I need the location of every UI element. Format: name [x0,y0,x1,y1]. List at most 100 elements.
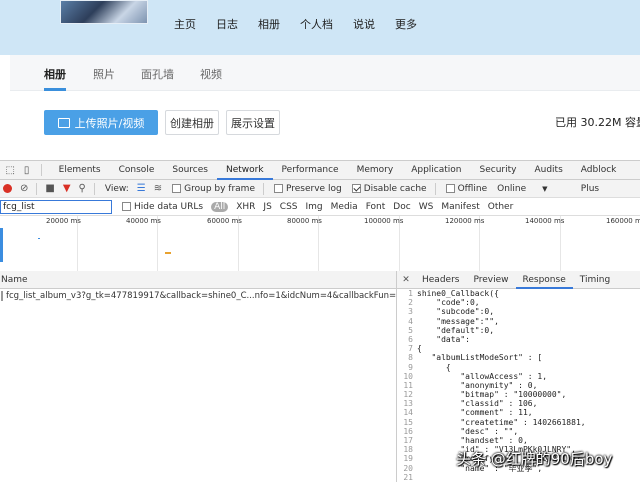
overview-icon[interactable]: ≋ [154,183,162,194]
tab-timing[interactable]: Timing [573,271,617,289]
filter-type-img[interactable]: Img [306,202,323,212]
nav-shuoshuo[interactable]: 说说 [353,16,375,32]
table-row[interactable]: fcg_list_album_v3?g_tk=477819917&callbac… [0,289,396,303]
throttle-value: Online [497,183,527,194]
device-toggle-icon[interactable]: ▯ [20,164,32,176]
tab-photos[interactable]: 照片 [93,66,115,82]
checkbox[interactable] [122,202,131,211]
tick-line [318,216,319,276]
group-by-frame-toggle[interactable]: Group by frame [172,184,255,194]
code-text: "desc" : "", [417,426,519,436]
upload-label: 上传照片/视频 [74,116,145,130]
tab-elements[interactable]: Elements [50,161,110,180]
preserve-log-label: Preserve log [286,183,342,194]
nav-profile[interactable]: 个人档 [300,16,333,32]
code-text: "subcode":0, [417,307,495,317]
filter-type-other[interactable]: Other [488,202,514,212]
code-line: 17 "handset" : 0, [397,436,640,445]
request-name: fcg_list_album_v3?g_tk=477819917&callbac… [6,291,396,301]
active-tab-indicator [44,88,66,91]
code-text: "message":"", [417,316,499,326]
filter-type-all[interactable]: All [211,201,229,212]
code-text: "comment" : 11, [417,408,533,418]
tab-headers[interactable]: Headers [415,271,466,289]
inspect-icon[interactable]: ⬚ [4,164,16,176]
filter-type-ws[interactable]: WS [419,202,434,212]
search-icon[interactable]: ⚲ [79,183,86,194]
tick-line [77,216,78,276]
code-line: 16 "desc" : "", [397,427,640,436]
large-rows-icon[interactable]: ☰ [137,183,146,194]
divider [263,182,264,195]
checkbox[interactable] [274,184,283,193]
tab-network[interactable]: Network [216,161,273,180]
column-name[interactable]: Name [0,271,396,289]
tab-security[interactable]: Security [471,161,526,180]
tick-line [560,216,561,276]
tab-performance[interactable]: Performance [273,161,348,180]
nav-home[interactable]: 主页 [174,16,196,32]
code-line: 7{ [397,344,640,353]
filter-type-font[interactable]: Font [366,202,386,212]
tab-application[interactable]: Application [402,161,470,180]
line-number: 21 [403,472,413,482]
tab-console[interactable]: Console [110,161,164,180]
line-number: 12 [403,390,413,400]
tick-label: 40000 ms [126,217,161,225]
preserve-log-toggle[interactable]: Preserve log [274,184,342,194]
camera-icon[interactable]: ■ [45,183,54,194]
tab-audits[interactable]: Audits [525,161,571,180]
line-number: 8 [408,353,413,363]
storage-usage: 已用 30.22M 容量, [555,116,640,129]
filter-type-media[interactable]: Media [331,202,358,212]
checkbox[interactable] [445,184,455,193]
disable-cache-toggle[interactable]: Disable cache [351,184,427,194]
close-icon[interactable]: ✕ [397,275,415,285]
avatar[interactable] [60,0,148,24]
offline-toggle[interactable]: Offline [445,183,488,194]
tab-response[interactable]: Response [515,271,573,289]
tab-preview[interactable]: Preview [466,271,515,289]
nav-album[interactable]: 相册 [258,16,280,32]
filter-type-css[interactable]: CSS [280,202,298,212]
checkbox[interactable] [172,184,182,193]
filter-icon[interactable]: ▼ [63,183,71,194]
nav-blog[interactable]: 日志 [216,16,238,32]
tab-adblock[interactable]: Adblock Plus [572,161,640,194]
filter-type-manifest[interactable]: Manifest [441,202,479,212]
network-overview[interactable]: 20000 ms 40000 ms 60000 ms 80000 ms 1000… [0,216,640,276]
code-text: { [417,362,451,372]
network-toolbar: ⊘ ■ ▼ ⚲ View: ☰ ≋ Group by frame Preserv… [0,180,640,198]
tab-album[interactable]: 相册 [44,66,66,82]
filter-type-doc[interactable]: Doc [393,202,410,212]
filter-input[interactable] [0,199,112,214]
filter-type-js[interactable]: JS [263,202,271,212]
create-album-button[interactable]: 创建相册 [165,110,219,135]
qzone-nav: 主页 日志 相册 个人档 说说 更多 [174,16,437,32]
code-line: 3 "subcode":0, [397,307,640,316]
album-tabbar: 相册 照片 面孔墙 视频 [10,55,640,91]
code-text: "code":0, [417,298,480,308]
clear-icon[interactable]: ⊘ [20,183,28,194]
tab-memory[interactable]: Memory [348,161,403,180]
tick-label: 100000 ms [364,217,404,225]
code-text: "classid" : 106, [417,399,538,409]
record-icon[interactable] [3,184,12,193]
line-number: 4 [408,316,413,326]
code-line: 10 "allowAccess" : 1, [397,372,640,381]
upload-button[interactable]: 上传照片/视频 [44,110,158,135]
hide-data-urls-toggle[interactable]: Hide data URLs [122,202,203,212]
throttle-select[interactable]: Online ▼ [497,184,547,194]
line-number: 7 [408,344,413,354]
offline-label: Offline [457,183,488,194]
line-number: 10 [403,371,413,381]
nav-more[interactable]: 更多 [395,16,417,32]
tab-sources[interactable]: Sources [163,161,217,180]
display-settings-button[interactable]: 展示设置 [226,110,280,135]
checkbox-checked[interactable] [351,184,361,193]
line-number: 13 [403,399,413,409]
tab-face-wall[interactable]: 面孔墙 [141,66,174,82]
code-text: shine0_Callback({ [417,289,499,298]
filter-type-xhr[interactable]: XHR [236,202,255,212]
tab-videos[interactable]: 视频 [200,66,222,82]
